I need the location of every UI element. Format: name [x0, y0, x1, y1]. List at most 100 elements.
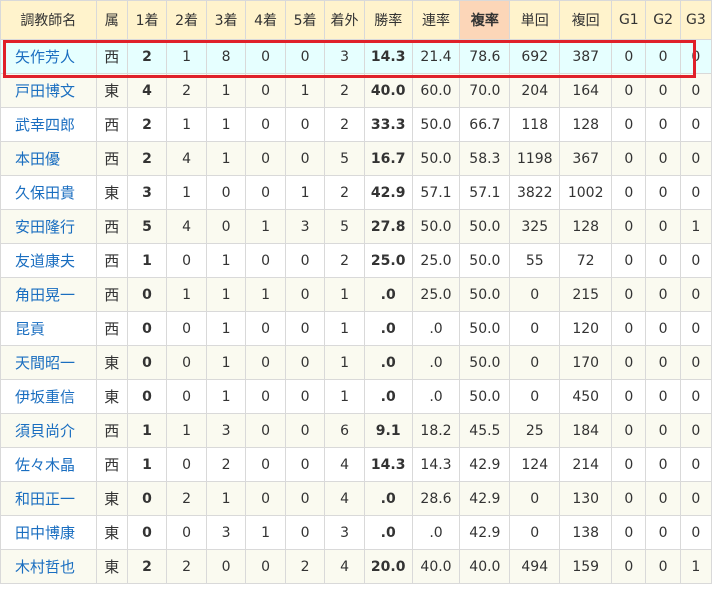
header-trainer-name[interactable]: 調教師名	[0, 0, 97, 40]
table-row[interactable]: 伊坂重信東 0 0 1 0 0 1.0.0 50.0 0 450 0 0 0	[0, 379, 713, 414]
cell-place-rate: 50.0	[459, 345, 511, 380]
table-row[interactable]: 角田晃一西 0 1 1 1 0 1.0 25.0 50.0 0 215 0 0 0	[0, 277, 713, 312]
cell-trainer-name[interactable]: 田中博康	[0, 515, 97, 550]
cell-trainer-name[interactable]: 木村哲也	[0, 549, 97, 584]
cell-third: 3	[205, 515, 247, 550]
header-place-rate[interactable]: 複率	[459, 0, 511, 40]
table-row[interactable]: 田中博康東 0 0 3 1 0 3.0.0 42.9 0 138 0 0 0	[0, 515, 713, 550]
cell-fourth: 0	[245, 379, 286, 414]
cell-fourth: 0	[245, 345, 286, 380]
header-3rd[interactable]: 3着	[205, 0, 247, 40]
header-g2[interactable]: G2	[645, 0, 681, 40]
cell-trainer-name[interactable]: 戸田博文	[0, 73, 97, 108]
cell-quinella-rate: 50.0	[411, 107, 461, 142]
cell-trainer-name[interactable]: 矢作芳人	[0, 39, 97, 74]
cell-third: 1	[205, 277, 247, 312]
table-row[interactable]: 天間昭一東 0 0 1 0 0 1.0.0 50.0 0 170 0 0 0	[0, 345, 713, 380]
header-5th[interactable]: 5着	[284, 0, 326, 40]
cell-fifth: 3	[284, 209, 326, 244]
cell-affiliation: 東	[95, 175, 128, 210]
cell-trainer-name[interactable]: 久保田貴	[0, 175, 97, 210]
header-quinella-rate[interactable]: 連率	[411, 0, 461, 40]
cell-g1: 0	[611, 413, 647, 448]
cell-quinella-rate: 40.0	[411, 549, 461, 584]
cell-g3: 0	[679, 39, 713, 74]
cell-second: 1	[166, 107, 207, 142]
table-row[interactable]: 武幸四郎西 2 1 1 0 0 2 33.3 50.0 66.7 118 128 0 0 0	[0, 107, 713, 142]
cell-fourth: 0	[245, 481, 286, 516]
cell-trainer-name[interactable]: 昆貢	[0, 311, 97, 346]
cell-g3: 0	[679, 311, 713, 346]
header-g1[interactable]: G1	[611, 0, 647, 40]
cell-first: 4	[126, 73, 168, 108]
cell-g1: 0	[611, 345, 647, 380]
table-row[interactable]: 久保田貴東 3 1 0 0 1 2 42.9 57.1 57.1 3822 1002 0 0 0	[0, 175, 713, 210]
header-g3[interactable]: G3	[679, 0, 713, 40]
header-out[interactable]: 着外	[324, 0, 365, 40]
cell-out: 5	[324, 209, 365, 244]
cell-out: 2	[324, 243, 365, 278]
table-row[interactable]: 戸田博文東 4 2 1 0 1 2 40.0 60.0 70.0 204 164 0 0 0	[0, 73, 713, 108]
cell-fifth: 0	[284, 345, 326, 380]
cell-trainer-name[interactable]: 伊坂重信	[0, 379, 97, 414]
cell-trainer-name[interactable]: 安田隆行	[0, 209, 97, 244]
cell-first: 2	[126, 107, 168, 142]
cell-first: 0	[126, 345, 168, 380]
cell-first: 1	[126, 447, 168, 482]
table-row[interactable]: 木村哲也東 2 2 0 0 2 4 20.0 40.0 40.0 494 159 0 0 1	[0, 549, 713, 584]
table-row[interactable]: 佐々木晶西 1 0 2 0 0 4 14.3 14.3 42.9 124 214 0 0 0	[0, 447, 713, 482]
header-win-return[interactable]: 単回	[509, 0, 561, 40]
table-row[interactable]: 矢作芳人西 2 1 8 0 0 3 14.3 21.4 78.6 692 387 0 0 0	[0, 39, 713, 74]
cell-trainer-name[interactable]: 友道康夫	[0, 243, 97, 278]
cell-win-return: 25	[509, 413, 561, 448]
header-1st[interactable]: 1着	[126, 0, 168, 40]
header-win-rate[interactable]: 勝率	[363, 0, 413, 40]
cell-trainer-name[interactable]: 本田優	[0, 141, 97, 176]
cell-trainer-name[interactable]: 天間昭一	[0, 345, 97, 380]
cell-g3: 0	[679, 481, 713, 516]
cell-trainer-name[interactable]: 武幸四郎	[0, 107, 97, 142]
table-row[interactable]: 和田正一東 0 2 1 0 0 4.0 28.6 42.9 0 130 0 0 0	[0, 481, 713, 516]
header-place-return[interactable]: 複回	[559, 0, 613, 40]
cell-affiliation: 東	[95, 345, 128, 380]
cell-trainer-name[interactable]: 須貝尚介	[0, 413, 97, 448]
cell-fifth: 0	[284, 243, 326, 278]
cell-trainer-name[interactable]: 佐々木晶	[0, 447, 97, 482]
cell-out: 1	[324, 345, 365, 380]
table-row[interactable]: 本田優西 2 4 1 0 0 5 16.7 50.0 58.3 1198 367 0 0 0	[0, 141, 713, 176]
cell-fourth: 0	[245, 141, 286, 176]
cell-third: 8	[205, 39, 247, 74]
cell-fifth: 0	[284, 481, 326, 516]
cell-win-return: 3822	[509, 175, 561, 210]
cell-g2: 0	[645, 277, 681, 312]
cell-out: 4	[324, 447, 365, 482]
header-2nd[interactable]: 2着	[166, 0, 207, 40]
cell-third: 1	[205, 141, 247, 176]
cell-win-rate: 33.3	[363, 107, 413, 142]
cell-place-rate: 50.0	[459, 311, 511, 346]
cell-g2: 0	[645, 345, 681, 380]
cell-fourth: 0	[245, 175, 286, 210]
cell-fifth: 0	[284, 515, 326, 550]
cell-fourth: 0	[245, 311, 286, 346]
cell-win-rate: .0	[363, 515, 413, 550]
cell-trainer-name[interactable]: 角田晃一	[0, 277, 97, 312]
cell-quinella-rate: 25.0	[411, 277, 461, 312]
cell-place-rate: 66.7	[459, 107, 511, 142]
cell-place-rate: 42.9	[459, 481, 511, 516]
table-row[interactable]: 安田隆行西 5 4 0 1 3 5 27.8 50.0 50.0 325 128 0 0 1	[0, 209, 713, 244]
cell-second: 1	[166, 277, 207, 312]
header-4th[interactable]: 4着	[245, 0, 286, 40]
table-row[interactable]: 須貝尚介西 1 1 3 0 0 6 9.1 18.2 45.5 25 184 0 0 0	[0, 413, 713, 448]
cell-g1: 0	[611, 549, 647, 584]
table-row[interactable]: 昆貢西 0 0 1 0 0 1.0.0 50.0 0 120 0 0 0	[0, 311, 713, 346]
cell-out: 5	[324, 141, 365, 176]
cell-third: 3	[205, 413, 247, 448]
cell-trainer-name[interactable]: 和田正一	[0, 481, 97, 516]
table-row[interactable]: 友道康夫西 1 0 1 0 0 2 25.0 25.0 50.0 55 72 0 0 0	[0, 243, 713, 278]
cell-affiliation: 西	[95, 277, 128, 312]
header-affiliation[interactable]: 属	[95, 0, 128, 40]
cell-quinella-rate: 60.0	[411, 73, 461, 108]
cell-g3: 1	[679, 209, 713, 244]
cell-third: 1	[205, 311, 247, 346]
